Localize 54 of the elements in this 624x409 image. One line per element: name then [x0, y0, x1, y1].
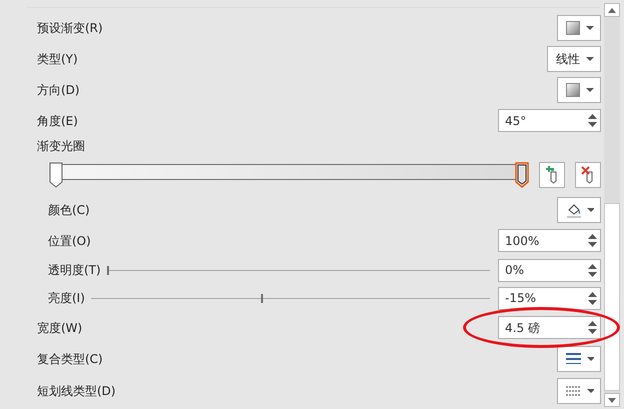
caret-icon — [586, 208, 594, 212]
caret-icon — [586, 88, 594, 92]
spin-field[interactable]: 0% — [498, 258, 601, 282]
dropdown[interactable]: 线性 — [547, 46, 601, 72]
spin-field[interactable]: 100% — [498, 229, 601, 252]
spinner-arrows-icon[interactable] — [588, 234, 597, 247]
scrollbar[interactable] — [604, 3, 620, 407]
field-label: 短划线类型(D) — [37, 383, 116, 400]
gradient-swatch-icon — [566, 82, 580, 96]
field-label: 亮度(I) — [48, 290, 85, 307]
slider[interactable] — [90, 294, 490, 302]
add-stop-icon — [545, 166, 559, 184]
spinner-arrows-icon[interactable] — [588, 114, 597, 127]
spinner-arrows-icon[interactable] — [588, 264, 597, 276]
field-label: 渐变光圈 — [37, 138, 85, 155]
dropdown[interactable] — [557, 14, 601, 40]
gradient-swatch-icon — [566, 20, 580, 34]
remove-stop-icon — [581, 166, 595, 184]
scroll-up-icon[interactable] — [604, 3, 620, 17]
field-label: 颜色(C) — [48, 202, 90, 218]
remove-stop-button[interactable] — [575, 162, 601, 188]
dropdown[interactable] — [557, 346, 601, 372]
field-label: 复合类型(C) — [37, 351, 103, 368]
field-label: 角度(E) — [37, 112, 78, 130]
gradient-stop[interactable] — [515, 162, 529, 188]
field-label: 预设渐变(R) — [37, 20, 103, 36]
spin-field[interactable]: -15% — [498, 286, 601, 310]
dropdown[interactable] — [557, 76, 601, 102]
dropdown[interactable] — [557, 378, 601, 404]
scroll-down-icon[interactable] — [604, 393, 620, 407]
spinner-arrows-icon[interactable] — [588, 321, 597, 334]
lines-icon — [566, 353, 581, 365]
slider-thumb[interactable] — [106, 266, 109, 274]
spin-field[interactable]: 4.5 磅 — [498, 316, 601, 339]
gradient-stop[interactable] — [49, 162, 63, 188]
gradient-slider[interactable] — [50, 162, 528, 188]
caret-icon — [586, 56, 594, 60]
field-label: 方向(D) — [37, 82, 80, 98]
caret-icon — [586, 357, 594, 361]
paint-bucket-icon — [566, 202, 581, 218]
field-label: 宽度(W) — [37, 320, 82, 336]
field-label: 类型(Y) — [37, 50, 78, 68]
scroll-thumb[interactable] — [604, 203, 620, 391]
spin-field[interactable]: 45° — [498, 109, 601, 132]
field-label: 透明度(T) — [48, 262, 101, 279]
spinner-arrows-icon[interactable] — [588, 292, 597, 304]
slider-thumb[interactable] — [260, 294, 263, 302]
slider[interactable] — [106, 266, 490, 274]
caret-icon — [586, 26, 594, 30]
dashed-lines-icon — [566, 386, 581, 396]
dropdown[interactable] — [557, 196, 601, 222]
caret-icon — [586, 389, 594, 393]
field-label: 位置(O) — [48, 232, 91, 250]
add-stop-button[interactable] — [539, 162, 565, 188]
